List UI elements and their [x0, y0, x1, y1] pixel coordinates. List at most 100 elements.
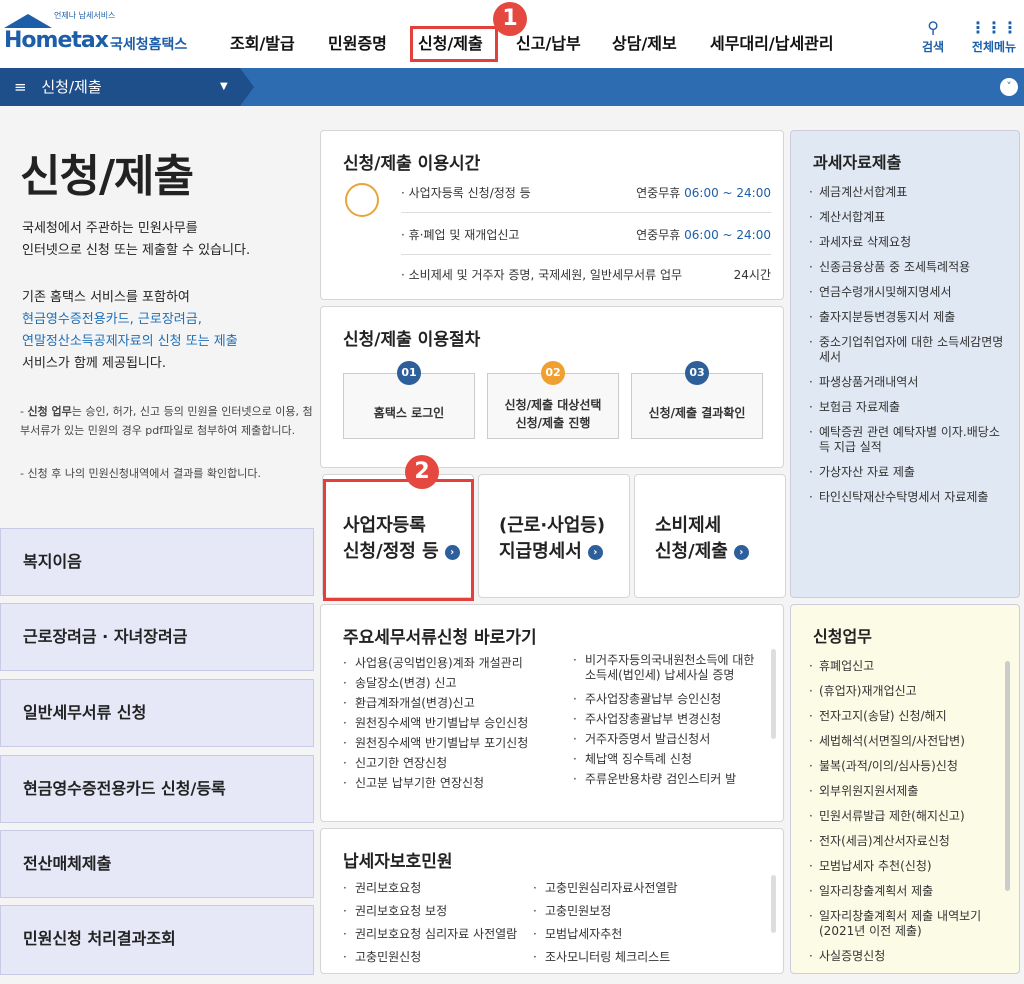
side-button-result[interactable]: 민원신청 처리결과조회 — [0, 905, 314, 975]
apply-work-scrollbar[interactable] — [1005, 661, 1010, 891]
logo-tagline: 언제나 납세서비스 — [54, 11, 116, 20]
shortcut-label: 소비제세 신청/제출 › — [655, 513, 749, 565]
tax-data-link[interactable]: 출자지분등변경통지서 제출 — [809, 310, 1009, 325]
apply-work-link[interactable]: 외부위원지원서제출 — [809, 784, 1001, 799]
tax-data-link[interactable]: 중소기업취업자에 대한 소득세감면명세서 — [809, 335, 1009, 365]
tax-data-list: 세금계산서합계표 계산서합계표 과세자료 삭제요청 신종금융상품 중 조세특례적… — [809, 185, 1009, 515]
apply-work-panel: 신청업무 휴폐업신고 (휴업자)재개업신고 전자고지(송달) 신청/해지 세법해… — [790, 604, 1020, 974]
procedure-title: 신청/제출 이용절차 — [343, 330, 481, 350]
apply-work-link[interactable]: 불복(과적/이의/심사등)신청 — [809, 759, 1001, 774]
highlight-box-1 — [410, 26, 498, 62]
shortcut-payment-statement[interactable]: (근로·사업등) 지급명세서 › — [478, 474, 630, 598]
tax-data-link[interactable]: 계산서합계표 — [809, 210, 1009, 225]
hamburger-icon: ≡ — [14, 78, 27, 96]
tax-data-link[interactable]: 파생상품거래내역서 — [809, 375, 1009, 390]
intro-text: 국세청에서 주관하는 민원사무를 인터넷으로 신청 또는 제출할 수 있습니다. — [22, 218, 250, 262]
intro-line: 국세청에서 주관하는 민원사무를 — [22, 221, 198, 236]
tax-data-link[interactable]: 보험금 자료제출 — [809, 400, 1009, 415]
taxpayer-link[interactable]: 모범납세자추천 — [533, 923, 763, 946]
doc-link[interactable]: 환급계좌개설(변경)신고 — [343, 693, 579, 713]
main-docs-scrollbar[interactable] — [771, 649, 776, 739]
nav-consult[interactable]: 상담/제보 — [612, 30, 677, 54]
doc-link[interactable]: 신고기한 연장신청 — [343, 753, 579, 773]
tax-data-link[interactable]: 타인신탁재산수탁명세서 자료제출 — [809, 490, 1009, 505]
tax-data-link[interactable]: 과세자료 삭제요청 — [809, 235, 1009, 250]
side-button-general-docs[interactable]: 일반세무서류 신청 — [0, 679, 314, 747]
tax-data-link[interactable]: 예탁증권 관련 예탁자별 이자.배당소득 지급 실적 — [809, 425, 1009, 455]
apply-work-link[interactable]: 민원서류발급 제한(해지신고) — [809, 809, 1001, 824]
apply-work-link[interactable]: 세법해석(서면질의/사전답변) — [809, 734, 1001, 749]
doc-link[interactable]: 주류운반용차량 검인스티커 발 — [573, 769, 765, 789]
time-row-value: 24시간 — [734, 255, 771, 295]
service-link[interactable]: 연말정산소득공제자료의 신청 또는 제출 — [22, 331, 238, 353]
time-row: · 사업자등록 신청/정정 등 연중무휴 06:00 ~ 24:00 — [401, 173, 771, 213]
side-button-welfare[interactable]: 복지이음 — [0, 528, 314, 596]
nav-certificate[interactable]: 민원증명 — [328, 30, 387, 54]
doc-link[interactable]: 신고분 납부기한 연장신청 — [343, 773, 579, 793]
doc-link[interactable]: 송달장소(변경) 신고 — [343, 673, 579, 693]
doc-link[interactable]: 체납액 징수특례 신청 — [573, 749, 765, 769]
nav-inquiry[interactable]: 조회/발급 — [230, 30, 295, 54]
apply-work-link[interactable]: 전자고지(송달) 신청/해지 — [809, 709, 1001, 724]
apply-work-link[interactable]: 모범납세자 추천(신청) — [809, 859, 1001, 874]
apply-work-link[interactable]: 일자리창출계획서 제출 내역보기(2021년 이전 제출) — [809, 909, 1001, 939]
all-menu-button[interactable]: ⋮⋮⋮ 전체메뉴 — [970, 18, 1018, 55]
taxpayer-link[interactable]: 고충민원보정 — [533, 900, 763, 923]
doc-link[interactable]: 거주자증명서 발급신청서 — [573, 729, 765, 749]
taxpayer-list-right: 고충민원심리자료사전열람 고충민원보정 모범납세자추천 조사모니터링 체크리스트 — [533, 877, 763, 969]
shortcut-consumption-tax[interactable]: 소비제세 신청/제출 › — [634, 474, 786, 598]
apply-work-link[interactable]: 사실증명신청 — [809, 949, 1001, 964]
taxpayer-link[interactable]: 권리보호요청 심리자료 사전열람 — [343, 923, 553, 946]
doc-link[interactable]: 주사업장총괄납부 변경신청 — [573, 709, 765, 729]
service-text: 기존 홈택스 서비스를 포함하여 현금영수증전용카드, 근로장려금, 연말정산소… — [22, 287, 238, 375]
tax-data-panel: 과세자료제출 세금계산서합계표 계산서합계표 과세자료 삭제요청 신종금융상품 … — [790, 130, 1020, 598]
taxpayer-link[interactable]: 고충민원신청 — [343, 946, 553, 969]
main-docs-card: 주요세무서류신청 바로가기 사업용(공익법인용)계좌 개설관리 송달장소(변경)… — [320, 604, 784, 822]
arrow-right-icon: › — [587, 544, 603, 560]
time-row-time: 06:00 ~ 24:00 — [684, 228, 771, 242]
side-button-cash-card[interactable]: 현금영수증전용카드 신청/등록 — [0, 755, 314, 823]
step-number: 02 — [541, 361, 565, 385]
doc-link[interactable]: 원천징수세액 반기별납부 포기신청 — [343, 733, 579, 753]
search-button[interactable]: ⚲ 검색 — [922, 18, 944, 55]
doc-link[interactable]: 사업용(공익법인용)계좌 개설관리 — [343, 653, 579, 673]
chevron-down-icon[interactable]: ˅ — [1000, 78, 1018, 96]
step-label: 신청/제출 대상선택 — [504, 398, 602, 412]
apply-work-link[interactable]: 전자(세금)계산서자료신청 — [809, 834, 1001, 849]
apply-work-link[interactable]: (휴업자)재개업신고 — [809, 684, 1001, 699]
taxpayer-link[interactable]: 고충민원심리자료사전열람 — [533, 877, 763, 900]
doc-link[interactable]: 주사업장총괄납부 승인신청 — [573, 689, 765, 709]
taxpayer-link[interactable]: 권리보호요청 보정 — [343, 900, 553, 923]
taxpayer-link[interactable]: 권리보호요청 — [343, 877, 553, 900]
page-title: 신청/제출 — [20, 151, 194, 202]
tax-data-link[interactable]: 가상자산 자료 제출 — [809, 465, 1009, 480]
apply-work-link[interactable]: 일자리창출계획서 제출 — [809, 884, 1001, 899]
breadcrumb-arrow — [240, 68, 254, 106]
step-badge-1: 1 — [493, 2, 527, 36]
tax-data-link[interactable]: 연금수령개시및해지명세서 — [809, 285, 1009, 300]
apply-work-link[interactable]: 휴폐업신고 — [809, 659, 1001, 674]
taxpayer-scrollbar[interactable] — [771, 875, 776, 933]
taxpayer-link[interactable]: 조사모니터링 체크리스트 — [533, 946, 763, 969]
doc-link[interactable]: 비거주자등의국내원천소득에 대한 소득세(법인세) 납세사실 증명 — [573, 653, 765, 683]
shortcut-line: 신청/제출 — [655, 541, 728, 562]
main-docs-list-right: 비거주자등의국내원천소득에 대한 소득세(법인세) 납세사실 증명 주사업장총괄… — [573, 653, 765, 789]
time-row-label: · 사업자등록 신청/정정 등 — [401, 186, 531, 200]
taxpayer-list-left: 권리보호요청 권리보호요청 보정 권리보호요청 심리자료 사전열람 고충민원신청 — [343, 877, 553, 969]
side-button-media[interactable]: 전산매체제출 — [0, 830, 314, 898]
shortcut-line: (근로·사업등) — [499, 515, 606, 536]
service-line: 기존 홈택스 서비스를 포함하여 — [22, 290, 190, 305]
nav-report-pay[interactable]: 신고/납부 — [516, 30, 581, 54]
nav-agent[interactable]: 세무대리/납세관리 — [710, 30, 834, 54]
side-button-incentive[interactable]: 근로장려금 · 자녀장려금 — [0, 603, 314, 671]
top-header: 언제나 납세서비스 Hometax 국세청홈택스 조회/발급 민원증명 신청/제… — [0, 0, 1024, 68]
service-link[interactable]: 현금영수증전용카드, 근로장려금, — [22, 309, 238, 331]
category-dropdown[interactable]: ≡ 신청/제출 — [0, 68, 240, 106]
tax-data-link[interactable]: 신종금융상품 중 조세특례적용 — [809, 260, 1009, 275]
grid-icon: ⋮⋮⋮ — [970, 18, 1018, 37]
tax-data-link[interactable]: 세금계산서합계표 — [809, 185, 1009, 200]
doc-link[interactable]: 원천징수세액 반기별납부 승인신청 — [343, 713, 579, 733]
time-row: · 휴·폐업 및 재개업신고 연중무휴 06:00 ~ 24:00 — [401, 215, 771, 255]
procedure-card: 신청/제출 이용절차 홈택스 로그인 신청/제출 대상선택 신청/제출 진행 신… — [320, 306, 784, 468]
hometax-logo[interactable]: 언제나 납세서비스 Hometax 국세청홈택스 — [0, 8, 200, 58]
